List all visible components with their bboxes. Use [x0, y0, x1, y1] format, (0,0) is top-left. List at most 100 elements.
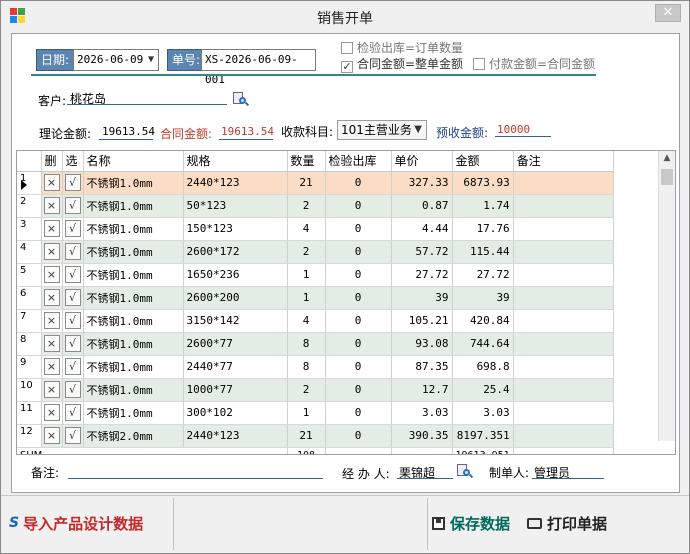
cell-check-stock[interactable]: 0 — [325, 401, 392, 425]
delete-row-button[interactable]: × — [43, 266, 60, 283]
table-row[interactable]: 12 × √ 不锈钢2.0mm 2440*123 21 0 390.35 8197.351 — [17, 424, 614, 448]
cell-note[interactable] — [513, 378, 614, 402]
cell-spec[interactable]: 150*123 — [183, 217, 288, 241]
table-row[interactable]: 8 × √ 不锈钢1.0mm 2600*77 8 0 93.08 744.64 — [17, 332, 614, 356]
table-row[interactable]: 3 × √ 不锈钢1.0mm 150*123 4 0 4.44 17.76 — [17, 217, 614, 241]
cell-price[interactable]: 87.35 — [391, 355, 453, 379]
cell-note[interactable] — [513, 332, 614, 356]
scroll-thumb[interactable] — [661, 169, 673, 185]
cell-name[interactable]: 不锈钢1.0mm — [83, 286, 184, 310]
cell-price[interactable]: 327.33 — [391, 171, 453, 195]
subject-select[interactable]: 101主营业务 ▼ — [337, 120, 427, 140]
select-row-button[interactable]: √ — [64, 220, 81, 237]
cell-name[interactable]: 不锈钢2.0mm — [83, 424, 184, 448]
cell-name[interactable]: 不锈钢1.0mm — [83, 355, 184, 379]
check-stock-equals-qty[interactable]: 检验出库=订单数量 — [341, 39, 463, 55]
delete-row-button[interactable]: × — [43, 289, 60, 306]
cell-spec[interactable]: 1650*236 — [183, 263, 288, 287]
cell-amount[interactable]: 6873.93 — [452, 171, 514, 195]
chevron-down-icon[interactable]: ▼ — [148, 50, 154, 70]
cell-amount[interactable]: 39 — [452, 286, 514, 310]
cell-check-stock[interactable]: 0 — [325, 240, 392, 264]
cell-qty[interactable]: 2 — [287, 378, 326, 402]
delete-row-button[interactable]: × — [43, 358, 60, 375]
table-row[interactable]: 6 × √ 不锈钢1.0mm 2600*200 1 0 39 39 — [17, 286, 614, 310]
select-row-button[interactable]: √ — [64, 289, 81, 306]
delete-row-button[interactable]: × — [43, 220, 60, 237]
select-row-button[interactable]: √ — [64, 174, 81, 191]
cell-note[interactable] — [513, 194, 614, 218]
cell-check-stock[interactable]: 0 — [325, 332, 392, 356]
select-row-button[interactable]: √ — [64, 197, 81, 214]
cell-price[interactable]: 4.44 — [391, 217, 453, 241]
cell-check-stock[interactable]: 0 — [325, 378, 392, 402]
cell-spec[interactable]: 2440*123 — [183, 424, 288, 448]
cell-note[interactable] — [513, 263, 614, 287]
cell-qty[interactable]: 21 — [287, 171, 326, 195]
delete-row-button[interactable]: × — [43, 335, 60, 352]
cell-price[interactable]: 0.87 — [391, 194, 453, 218]
cell-note[interactable] — [513, 240, 614, 264]
cell-qty[interactable]: 8 — [287, 355, 326, 379]
cell-amount[interactable]: 3.03 — [452, 401, 514, 425]
handler-search-icon[interactable] — [456, 463, 474, 479]
save-button[interactable]: 保存数据 — [432, 500, 522, 546]
delete-row-button[interactable]: × — [43, 427, 60, 444]
delete-row-button[interactable]: × — [43, 404, 60, 421]
cell-name[interactable]: 不锈钢1.0mm — [83, 171, 184, 195]
cell-spec[interactable]: 3150*142 — [183, 309, 288, 333]
cell-amount[interactable]: 25.4 — [452, 378, 514, 402]
table-row[interactable]: 9 × √ 不锈钢1.0mm 2440*77 8 0 87.35 698.8 — [17, 355, 614, 379]
table-row[interactable]: 5 × √ 不锈钢1.0mm 1650*236 1 0 27.72 27.72 — [17, 263, 614, 287]
cell-qty[interactable]: 2 — [287, 240, 326, 264]
delete-row-button[interactable]: × — [43, 381, 60, 398]
cell-spec[interactable]: 300*102 — [183, 401, 288, 425]
cell-qty[interactable]: 8 — [287, 332, 326, 356]
checkbox-icon[interactable] — [341, 42, 353, 54]
cell-price[interactable]: 390.35 — [391, 424, 453, 448]
date-picker[interactable]: 2026-06-09 ▼ — [73, 49, 159, 71]
cell-check-stock[interactable]: 0 — [325, 424, 392, 448]
check-contract-equals-total[interactable]: ✓ 合同金额=整单金额 — [341, 55, 463, 73]
cell-name[interactable]: 不锈钢1.0mm — [83, 378, 184, 402]
cell-price[interactable]: 3.03 — [391, 401, 453, 425]
cell-check-stock[interactable]: 0 — [325, 309, 392, 333]
cell-amount[interactable]: 27.72 — [452, 263, 514, 287]
cell-amount[interactable]: 1.74 — [452, 194, 514, 218]
cell-note[interactable] — [513, 171, 614, 195]
cell-check-stock[interactable]: 0 — [325, 355, 392, 379]
select-row-button[interactable]: √ — [64, 358, 81, 375]
table-row[interactable]: 11 × √ 不锈钢1.0mm 300*102 1 0 3.03 3.03 — [17, 401, 614, 425]
delete-row-button[interactable]: × — [43, 197, 60, 214]
vertical-scrollbar[interactable]: ▲ — [658, 151, 675, 441]
check-payment-equals-contract[interactable]: 付款金额=合同金额 — [473, 55, 595, 71]
cell-qty[interactable]: 4 — [287, 217, 326, 241]
cell-note[interactable] — [513, 286, 614, 310]
chevron-down-icon[interactable]: ▼ — [414, 121, 422, 139]
table-row[interactable]: 2 × √ 不锈钢1.0mm 50*123 2 0 0.87 1.74 — [17, 194, 614, 218]
cell-name[interactable]: 不锈钢1.0mm — [83, 263, 184, 287]
cell-check-stock[interactable]: 0 — [325, 286, 392, 310]
select-row-button[interactable]: √ — [64, 243, 81, 260]
cell-qty[interactable]: 4 — [287, 309, 326, 333]
cell-spec[interactable]: 2600*172 — [183, 240, 288, 264]
cell-qty[interactable]: 1 — [287, 286, 326, 310]
cell-qty[interactable]: 2 — [287, 194, 326, 218]
cell-note[interactable] — [513, 355, 614, 379]
cell-amount[interactable]: 115.44 — [452, 240, 514, 264]
cell-price[interactable]: 57.72 — [391, 240, 453, 264]
delete-row-button[interactable]: × — [43, 312, 60, 329]
cell-name[interactable]: 不锈钢1.0mm — [83, 309, 184, 333]
cell-price[interactable]: 27.72 — [391, 263, 453, 287]
select-row-button[interactable]: √ — [64, 404, 81, 421]
cell-name[interactable]: 不锈钢1.0mm — [83, 194, 184, 218]
cell-spec[interactable]: 50*123 — [183, 194, 288, 218]
cell-check-stock[interactable]: 0 — [325, 217, 392, 241]
cell-amount[interactable]: 8197.351 — [452, 424, 514, 448]
scroll-up-icon[interactable]: ▲ — [662, 153, 672, 163]
contract-amount-value[interactable]: 19613.54 — [221, 125, 274, 138]
cell-name[interactable]: 不锈钢1.0mm — [83, 332, 184, 356]
cell-qty[interactable]: 21 — [287, 424, 326, 448]
cell-spec[interactable]: 2440*123 — [183, 171, 288, 195]
cell-spec[interactable]: 2600*77 — [183, 332, 288, 356]
